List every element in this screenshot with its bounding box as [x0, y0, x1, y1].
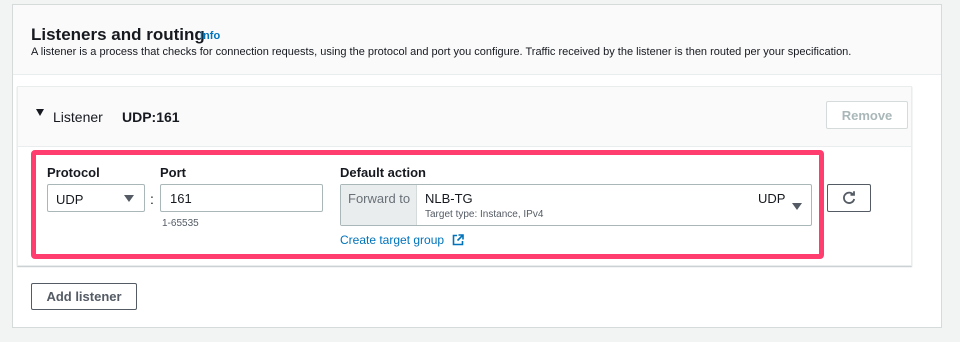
panel-header: Listeners and routing Info A listener is…	[13, 5, 941, 75]
listener-header[interactable]: Listener UDP:161 Remove	[18, 87, 911, 147]
remove-button[interactable]: Remove	[826, 101, 908, 129]
section-title: Listeners and routing	[31, 25, 205, 44]
caret-down-icon[interactable]	[36, 109, 44, 116]
refresh-icon	[843, 191, 856, 204]
section-description: A listener is a process that checks for …	[31, 46, 852, 58]
add-listener-button[interactable]: Add listener	[31, 283, 137, 310]
info-link[interactable]: Info	[200, 30, 220, 42]
highlight-box	[31, 150, 824, 259]
refresh-button[interactable]	[827, 184, 871, 212]
listener-value: UDP:161	[122, 109, 180, 125]
listener-label: Listener	[53, 109, 103, 125]
